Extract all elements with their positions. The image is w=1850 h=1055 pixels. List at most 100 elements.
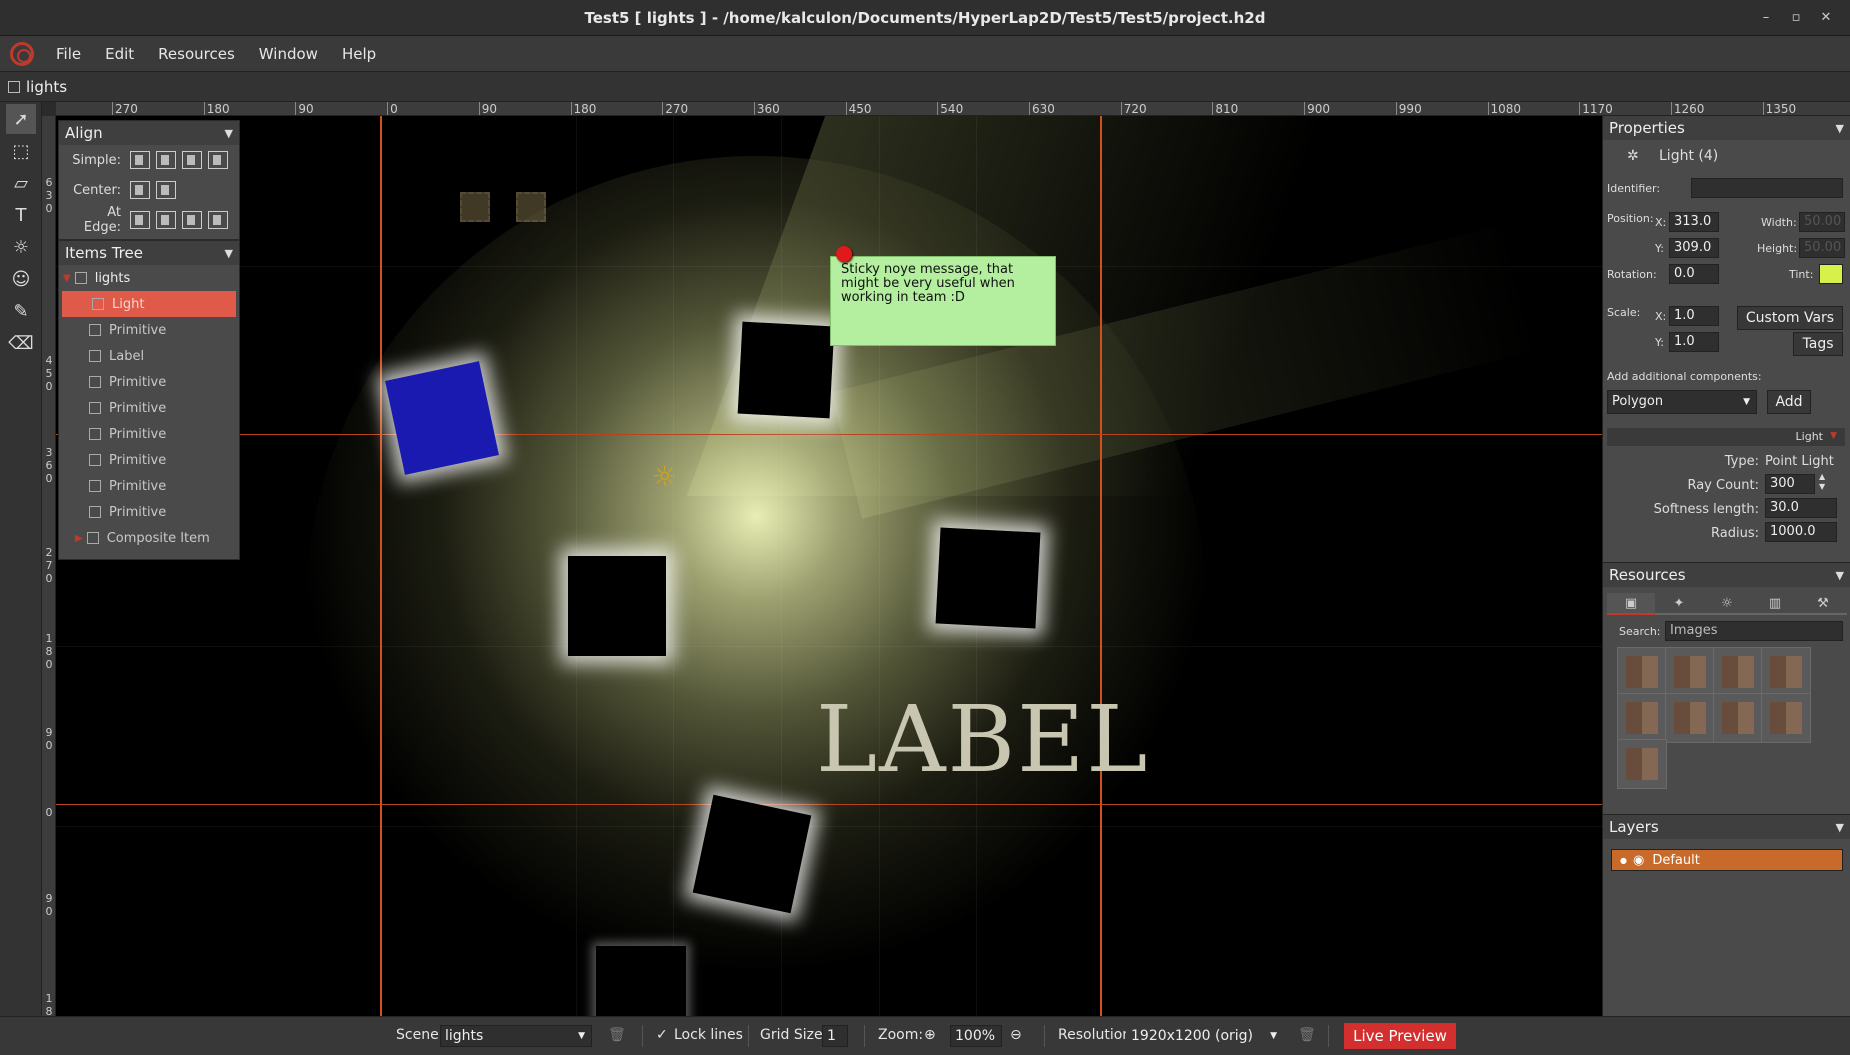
align-top-icon[interactable]	[156, 151, 176, 169]
layer-row-default[interactable]: ● ◉ Default	[1611, 849, 1843, 871]
tint-color-swatch[interactable]	[1819, 264, 1843, 284]
primitive-square[interactable]	[568, 556, 666, 656]
tree-item-composite[interactable]: ▶ Composite Item	[59, 525, 239, 551]
primitive-square[interactable]	[737, 321, 835, 419]
ray-count-stepper-icon[interactable]: ▲ ▼	[1819, 472, 1825, 492]
tree-item-primitive[interactable]: Primitive	[59, 369, 239, 395]
guide-line-vertical[interactable]	[1100, 116, 1102, 1016]
resource-thumbnail[interactable]	[1617, 693, 1667, 743]
zoom-in-icon[interactable]: ⊕	[924, 1027, 936, 1043]
align-left-icon[interactable]	[130, 151, 150, 169]
zoom-out-icon[interactable]: ⊖	[1010, 1027, 1022, 1043]
radius-input[interactable]: 1000.0	[1765, 522, 1837, 542]
zoom-input[interactable]: 100%	[950, 1025, 1002, 1047]
align-center-vertical-icon[interactable]	[156, 181, 176, 199]
tree-item-primitive[interactable]: Primitive	[59, 317, 239, 343]
expand-arrow-icon[interactable]: ▼	[63, 273, 71, 284]
width-input[interactable]: 50.00	[1799, 212, 1845, 232]
lock-lines-checkbox[interactable]: ✓	[656, 1027, 668, 1043]
align-edge-bottom-icon[interactable]	[208, 211, 228, 229]
close-button[interactable]: ✕	[1816, 8, 1836, 28]
properties-header[interactable]: Properties ▼	[1603, 116, 1850, 140]
grid-size-input[interactable]: 1	[822, 1025, 848, 1047]
menu-resources[interactable]: Resources	[146, 45, 247, 63]
primitive-square[interactable]	[596, 946, 686, 1016]
menu-edit[interactable]: Edit	[93, 45, 146, 63]
guide-line-horizontal[interactable]	[56, 434, 1602, 435]
primitive-square[interactable]	[692, 794, 812, 914]
image-tile[interactable]	[460, 192, 490, 222]
paint-tool-icon[interactable]: ✎	[6, 296, 36, 326]
tree-item-primitive[interactable]: Primitive	[59, 499, 239, 525]
person-tool-icon[interactable]: ☺	[6, 264, 36, 294]
tags-button[interactable]: Tags	[1793, 332, 1843, 356]
rotation-input[interactable]: 0.0	[1669, 264, 1719, 284]
label-item[interactable]: LABEL	[816, 686, 1149, 793]
light-tool-icon[interactable]: ☼	[6, 232, 36, 262]
tree-item-primitive[interactable]: Primitive	[59, 447, 239, 473]
pin-icon[interactable]	[836, 246, 852, 262]
collapse-arrow-icon[interactable]: ▼	[225, 127, 233, 140]
live-preview-button[interactable]: Live Preview	[1344, 1023, 1456, 1049]
collapse-arrow-icon[interactable]: ▼	[1836, 122, 1844, 135]
custom-vars-button[interactable]: Custom Vars	[1737, 306, 1843, 330]
light-section-header[interactable]: Light ▼	[1607, 428, 1845, 446]
text-tool-icon[interactable]: T	[6, 200, 36, 230]
images-tab-icon[interactable]: ▣	[1607, 593, 1655, 615]
scene-select[interactable]: lights ▼	[440, 1025, 592, 1047]
image-tile[interactable]	[516, 192, 546, 222]
items-tree-header[interactable]: Items Tree ▼	[59, 241, 239, 265]
select-tool-icon[interactable]: ➚	[6, 104, 36, 134]
animations-tab-icon[interactable]: ✦	[1655, 593, 1703, 615]
trash-icon[interactable]: 🗑	[608, 1027, 626, 1043]
tree-item-light[interactable]: Light	[62, 291, 236, 317]
collapse-arrow-icon[interactable]: ▼	[1836, 821, 1844, 834]
menu-help[interactable]: Help	[330, 45, 388, 63]
scale-x-input[interactable]: 1.0	[1669, 306, 1719, 326]
library-tab-icon[interactable]: ▥	[1751, 593, 1799, 615]
polygon-tool-icon[interactable]: ⏥	[6, 168, 36, 198]
resource-thumbnail[interactable]	[1761, 647, 1811, 697]
menu-window[interactable]: Window	[247, 45, 330, 63]
tree-root-lights[interactable]: ▼ lights	[59, 265, 239, 291]
align-center-horizontal-icon[interactable]	[130, 181, 150, 199]
identifier-input[interactable]	[1691, 178, 1843, 198]
minimize-button[interactable]: –	[1756, 8, 1776, 28]
particles-tab-icon[interactable]: ☼	[1703, 593, 1751, 615]
tree-item-primitive[interactable]: Primitive	[59, 421, 239, 447]
resource-thumbnail[interactable]	[1713, 693, 1763, 743]
trash-icon[interactable]: 🗑	[1298, 1027, 1316, 1043]
scene-canvas[interactable]: ☼ LABEL Sticky noye message, that might …	[56, 116, 1602, 1016]
tree-item-label[interactable]: Label	[59, 343, 239, 369]
expand-arrow-icon[interactable]: ▶	[75, 533, 83, 544]
collapse-arrow-icon[interactable]: ▼	[1836, 569, 1844, 582]
align-edge-right-icon[interactable]	[182, 211, 202, 229]
component-select[interactable]: Polygon ▼	[1607, 390, 1757, 414]
eye-icon[interactable]: ◉	[1633, 853, 1644, 868]
ray-count-input[interactable]: 300	[1765, 474, 1815, 494]
resolution-select[interactable]: 1920x1200 (orig) ▼	[1126, 1025, 1282, 1047]
search-input[interactable]: Images	[1665, 621, 1843, 641]
align-edge-top-icon[interactable]	[156, 211, 176, 229]
resource-thumbnail[interactable]	[1617, 739, 1667, 789]
resource-thumbnail[interactable]	[1713, 647, 1763, 697]
tree-item-primitive[interactable]: Primitive	[59, 473, 239, 499]
primitive-square[interactable]	[935, 527, 1041, 629]
restore-button[interactable]: ▫	[1786, 8, 1806, 28]
add-component-button[interactable]: Add	[1767, 390, 1811, 414]
eraser-tool-icon[interactable]: ⌫	[6, 328, 36, 358]
softness-input[interactable]: 30.0	[1765, 498, 1837, 518]
primitive-blue-square[interactable]	[385, 361, 499, 475]
spine-tab-icon[interactable]: ⚒	[1799, 593, 1847, 615]
guide-line-horizontal[interactable]	[56, 804, 1602, 805]
light-sun-icon[interactable]: ☼	[652, 460, 677, 493]
align-edge-left-icon[interactable]	[130, 211, 150, 229]
transform-tool-icon[interactable]: ⬚	[6, 136, 36, 166]
layer-lock-icon[interactable]: ●	[1620, 856, 1627, 865]
scene-tab[interactable]: lights	[0, 72, 1850, 102]
sticky-note[interactable]: Sticky noye message, that might be very …	[830, 256, 1056, 346]
align-bottom-icon[interactable]	[208, 151, 228, 169]
menu-file[interactable]: File	[44, 45, 93, 63]
align-right-icon[interactable]	[182, 151, 202, 169]
height-input[interactable]: 50.00	[1799, 238, 1845, 258]
